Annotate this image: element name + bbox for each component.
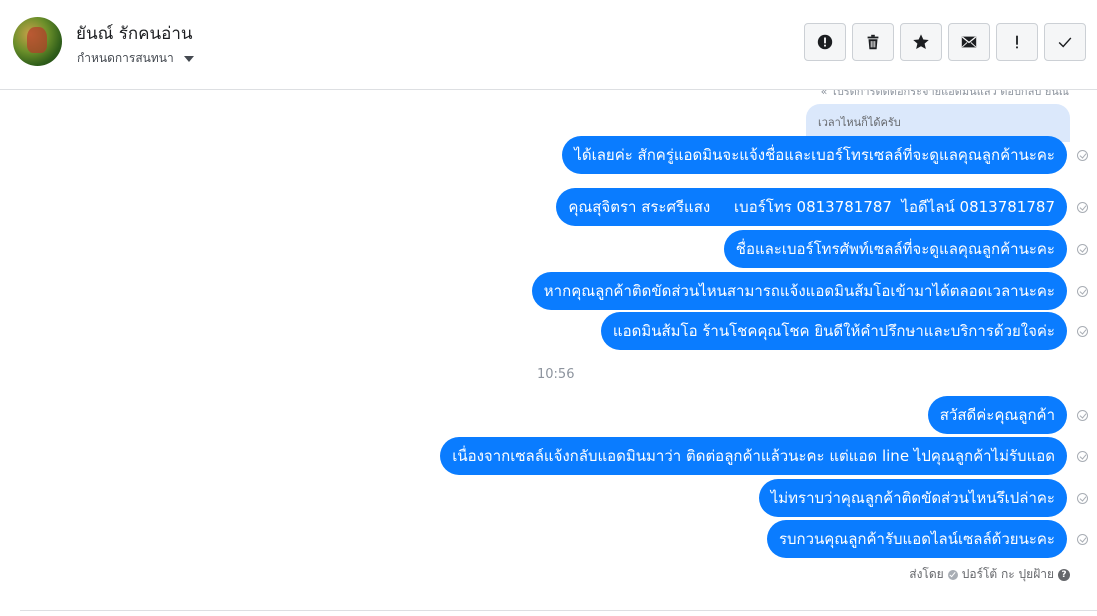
message-row: ไม่ทราบว่าคุณลูกค้าติดขัดส่วนไหนรึเปล่าค… xyxy=(758,479,1097,517)
delivered-check-icon xyxy=(1077,409,1088,421)
delivered-check-icon xyxy=(1077,149,1088,161)
message-bubble[interactable]: ไม่ทราบว่าคุณลูกค้าติดขัดส่วนไหนรึเปล่าค… xyxy=(758,479,1067,517)
delivered-check-icon xyxy=(1077,533,1088,545)
toolbar xyxy=(804,23,1086,61)
star-button[interactable] xyxy=(900,23,942,61)
envelope-icon xyxy=(961,36,977,48)
message-bubble[interactable]: สวัสดีค่ะคุณลูกค้า xyxy=(927,396,1067,434)
message-bubble[interactable]: เนื่องจากเซลล์แจ้งกลับแอดมินมาว่า ติดต่อ… xyxy=(440,437,1067,475)
assign-conversation-dropdown[interactable]: กำหนดการสนทนา xyxy=(77,49,194,68)
sent-by-line: ส่งโดย ปอร์โต้ กะ ปุยฝ้าย ? xyxy=(909,565,1070,584)
trash-icon xyxy=(867,34,879,50)
delete-button[interactable] xyxy=(852,23,894,61)
message-thread[interactable]: « โปรดการติดต่อกระจายแอดมินแล้ว ตอบกลับ … xyxy=(0,90,1097,616)
message-bubble[interactable]: ได้เลยค่ะ สักครู่แอดมินจะแจ้งชื่อและเบอร… xyxy=(562,136,1067,174)
delivered-check-icon xyxy=(1077,325,1088,337)
composer-divider xyxy=(20,610,1097,611)
message-bubble[interactable]: รบกวนคุณลูกค้ารับแอดไลน์เซลล์ด้วยนะคะ xyxy=(766,520,1067,558)
check-circle-icon xyxy=(947,569,958,580)
checkmark-icon xyxy=(1058,37,1072,48)
reply-context-note: « โปรดการติดต่อกระจายแอดมินแล้ว ตอบกลับ … xyxy=(820,90,1069,98)
delivered-check-icon xyxy=(1077,201,1088,213)
exclamation-icon xyxy=(1016,35,1018,49)
message-bubble[interactable]: คุณสุจิตรา สระศรีแสง เบอร์โทร 0813781787… xyxy=(556,188,1067,226)
message-bubble[interactable]: แอดมินส้มโอ ร้านโชคคุณโชค ยินดีให้คำปรึก… xyxy=(600,312,1067,350)
caret-down-icon xyxy=(183,55,194,62)
message-row: เนื่องจากเซลล์แจ้งกลับแอดมินมาว่า ติดต่อ… xyxy=(440,437,1097,475)
sent-by-prefix: ส่งโดย xyxy=(909,567,944,581)
delivered-check-icon xyxy=(1077,492,1088,504)
message-row: ได้เลยค่ะ สักครู่แอดมินจะแจ้งชื่อและเบอร… xyxy=(562,136,1097,174)
avatar[interactable] xyxy=(13,17,62,66)
message-row: รบกวนคุณลูกค้ารับแอดไลน์เซลล์ด้วยนะคะ xyxy=(766,520,1097,558)
contact-name[interactable]: ยันณ์ รักคนอ่าน xyxy=(76,20,193,47)
mark-unread-button[interactable] xyxy=(948,23,990,61)
message-row: สวัสดีค่ะคุณลูกค้า xyxy=(927,396,1097,434)
message-timestamp: 10:56 xyxy=(537,367,575,382)
delivered-check-icon xyxy=(1077,450,1088,462)
assign-label: กำหนดการสนทนา xyxy=(77,51,174,65)
mark-done-button[interactable] xyxy=(1044,23,1086,61)
message-row: หากคุณลูกค้าติดขัดส่วนไหนสามารถแจ้งแอดมิ… xyxy=(531,272,1097,310)
follow-up-button[interactable] xyxy=(996,23,1038,61)
message-row: คุณสุจิตรา สระศรีแสง เบอร์โทร 0813781787… xyxy=(556,188,1097,226)
star-icon xyxy=(913,34,929,50)
message-bubble[interactable]: ชื่อและเบอร์โทรศัพท์เซลล์ที่จะดูแลคุณลูก… xyxy=(723,230,1067,268)
message-bubble[interactable]: หากคุณลูกค้าติดขัดส่วนไหนสามารถแจ้งแอดมิ… xyxy=(531,272,1067,310)
sent-by-name[interactable]: ปอร์โต้ กะ ปุยฝ้าย xyxy=(962,565,1054,584)
spam-button[interactable] xyxy=(804,23,846,61)
message-row: แอดมินส้มโอ ร้านโชคคุณโชค ยินดีให้คำปรึก… xyxy=(600,312,1097,350)
help-icon[interactable]: ? xyxy=(1058,568,1070,581)
delivered-check-icon xyxy=(1077,243,1088,255)
message-row: ชื่อและเบอร์โทรศัพท์เซลล์ที่จะดูแลคุณลูก… xyxy=(723,230,1097,268)
alert-circle-icon xyxy=(817,34,833,50)
delivered-check-icon xyxy=(1077,285,1088,297)
conversation-header: ยันณ์ รักคนอ่าน กำหนดการสนทนา xyxy=(0,0,1097,90)
